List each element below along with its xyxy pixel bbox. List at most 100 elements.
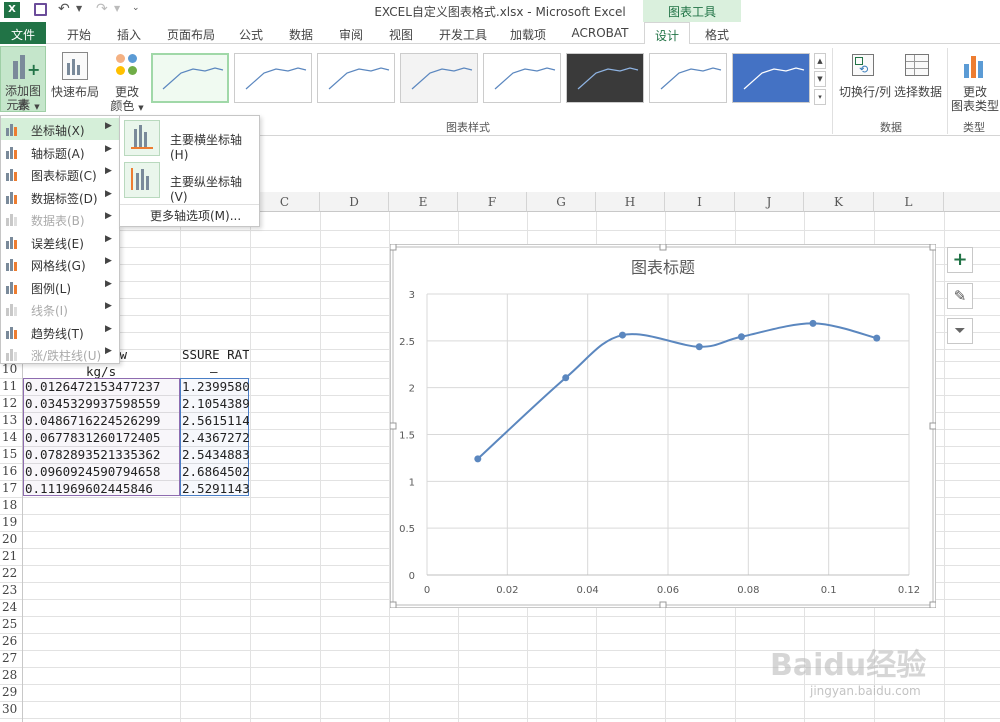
cell-flow-value[interactable]: 0.0782893521335362 xyxy=(25,447,179,462)
tab-acrobat[interactable]: ACROBAT xyxy=(566,22,634,44)
menu-item[interactable]: 数据标签(D) ▶ xyxy=(1,186,119,208)
column-header[interactable]: C xyxy=(250,192,320,212)
menu-item[interactable]: 网格线(G) ▶ xyxy=(1,253,119,275)
row-header[interactable]: 17 xyxy=(0,481,22,498)
tab-format[interactable]: 格式 xyxy=(694,22,740,44)
column-header[interactable]: K xyxy=(804,192,874,212)
x-tick-label: 0.08 xyxy=(737,585,759,596)
menu-item[interactable]: 轴标题(A) ▶ xyxy=(1,141,119,163)
change-chart-type-button[interactable]: 更改 图表类型 xyxy=(950,48,1000,113)
menu-item[interactable]: 涨/跌柱线(U) ▶ xyxy=(1,343,119,365)
ribbon-tabs: 开始 插入 页面布局 公式 数据 审阅 视图 开发工具 加载项 ACROBAT … xyxy=(0,22,1000,45)
menu-item[interactable]: 线条(I) ▶ xyxy=(1,298,119,320)
cell-pressure-ratio-value[interactable]: 2.5434883 xyxy=(182,447,249,462)
column-header[interactable]: E xyxy=(389,192,458,212)
column-header[interactable]: J xyxy=(735,192,804,212)
row-gridline xyxy=(22,230,1000,231)
change-chart-type-label-2: 图表类型 xyxy=(950,99,999,113)
submenu-arrow-icon: ▶ xyxy=(105,346,112,356)
row-header[interactable]: 30 xyxy=(0,702,22,719)
column-header[interactable]: F xyxy=(458,192,527,212)
row-header[interactable]: 27 xyxy=(0,651,22,668)
row-header[interactable]: 12 xyxy=(0,396,22,413)
menu-item[interactable]: 图表标题(C) ▶ xyxy=(1,163,119,185)
cell-pressure-ratio-value[interactable]: 2.5615114 xyxy=(182,413,249,428)
column-header[interactable]: G xyxy=(527,192,596,212)
tab-file[interactable]: 文件 xyxy=(0,22,46,44)
tab-view[interactable]: 视图 xyxy=(380,22,422,44)
cell-pressure-ratio-value[interactable]: 2.4367272 xyxy=(182,430,249,445)
menu-item[interactable]: 坐标轴(X) ▶ xyxy=(1,118,119,140)
cell-pressure-ratio-value[interactable]: 2.1054389 xyxy=(182,396,249,411)
tab-design[interactable]: 设计 xyxy=(644,22,690,45)
cell-flow-value[interactable]: 0.0126472153477237 xyxy=(25,379,179,394)
row-header[interactable]: 19 xyxy=(0,515,22,532)
chart-styles-button[interactable]: ✎ xyxy=(947,283,973,309)
row-header[interactable]: 24 xyxy=(0,600,22,617)
cell-flow-value[interactable]: 0.111969602445846 xyxy=(25,481,179,496)
cell-flow-value[interactable]: 0.0486716224526299 xyxy=(25,413,179,428)
cell-pressure-ratio-value[interactable]: 2.6864502 xyxy=(182,464,249,479)
menu-item[interactable]: 趋势线(T) ▶ xyxy=(1,321,119,343)
row-header[interactable]: 11 xyxy=(0,379,22,396)
submenu-item-primary-horizontal[interactable]: 主要横坐标轴(H) xyxy=(120,118,259,162)
row-header[interactable]: 18 xyxy=(0,498,22,515)
tab-formulas[interactable]: 公式 xyxy=(230,22,272,44)
change-chart-type-icon xyxy=(964,54,986,78)
tab-home[interactable]: 开始 xyxy=(58,22,100,44)
tab-review[interactable]: 审阅 xyxy=(330,22,372,44)
cell-b10[interactable]: – xyxy=(210,364,218,379)
tab-data[interactable]: 数据 xyxy=(280,22,322,44)
data-point xyxy=(695,343,703,351)
row-header[interactable]: 21 xyxy=(0,549,22,566)
gallery-scroll-up-button[interactable]: ▲ xyxy=(814,53,826,69)
cell-b9[interactable]: SSURE RAT xyxy=(182,347,249,362)
add-chart-element-button[interactable]: + 添加图表 元素 ▼ xyxy=(0,46,46,112)
chart-elements-button[interactable]: + xyxy=(947,247,973,273)
switch-row-column-button[interactable]: ⟲ 切换行/列 xyxy=(838,48,892,108)
tab-insert[interactable]: 插入 xyxy=(108,22,150,44)
menu-item[interactable]: 误差线(E) ▶ xyxy=(1,231,119,253)
cell-flow-value[interactable]: 0.0677831260172405 xyxy=(25,430,179,445)
column-header[interactable]: D xyxy=(320,192,389,212)
title-bar: X ↶ ▼ ↷ ▼ ⌄ EXCEL自定义图表格式.xlsx - Microsof… xyxy=(0,0,1000,22)
submenu-item-more-axis-options[interactable]: 更多轴选项(M)... xyxy=(150,207,241,224)
column-header[interactable]: H xyxy=(596,192,665,212)
cell-flow-value[interactable]: 0.0345329937598559 xyxy=(25,396,179,411)
chart-filters-button[interactable]: ⏷ xyxy=(947,318,973,344)
row-header[interactable]: 14 xyxy=(0,430,22,447)
row-header[interactable]: 22 xyxy=(0,566,22,583)
change-colors-button[interactable]: 更改 颜色 ▼ xyxy=(106,48,148,113)
row-header[interactable]: 26 xyxy=(0,634,22,651)
row-header[interactable]: 28 xyxy=(0,668,22,685)
menu-item-label: 数据标签(D) xyxy=(31,191,98,206)
menu-item[interactable]: 图例(L) ▶ xyxy=(1,276,119,298)
cell-flow-value[interactable]: 0.0960924590794658 xyxy=(25,464,179,479)
quick-layout-label: 快速布局 xyxy=(50,85,99,99)
menu-item-label: 图例(L) xyxy=(31,281,72,296)
gallery-more-button[interactable]: ▾ xyxy=(814,89,826,105)
row-header[interactable]: 29 xyxy=(0,685,22,702)
tab-addins[interactable]: 加载项 xyxy=(502,22,554,44)
column-header[interactable]: L xyxy=(874,192,944,212)
menu-item[interactable]: 数据表(B) ▶ xyxy=(1,208,119,230)
quick-layout-button[interactable]: 快速布局 xyxy=(50,48,100,110)
group-label-chart-styles: 图表样式 xyxy=(446,121,490,134)
submenu-item-primary-vertical[interactable]: 主要纵坐标轴(V) xyxy=(120,160,259,204)
row-header[interactable]: 23 xyxy=(0,583,22,600)
select-data-button[interactable]: 选择数据 xyxy=(893,48,943,108)
gallery-scroll-down-button[interactable]: ▼ xyxy=(814,71,826,87)
row-header[interactable]: 13 xyxy=(0,413,22,430)
cell-pressure-ratio-value[interactable]: 2.5291143 xyxy=(182,481,249,496)
submenu-label: 主要横坐标轴(H) xyxy=(170,133,243,162)
row-header[interactable]: 15 xyxy=(0,447,22,464)
column-header[interactable]: I xyxy=(665,192,735,212)
tab-page-layout[interactable]: 页面布局 xyxy=(160,22,222,44)
row-header[interactable]: 25 xyxy=(0,617,22,634)
cell-pressure-ratio-value[interactable]: 1.2399580 xyxy=(182,379,249,394)
tab-developer[interactable]: 开发工具 xyxy=(432,22,494,44)
row-header[interactable]: 20 xyxy=(0,532,22,549)
row-header[interactable]: 16 xyxy=(0,464,22,481)
cell-a10[interactable]: kg/s xyxy=(86,364,116,379)
chart-element-icon xyxy=(6,190,20,204)
